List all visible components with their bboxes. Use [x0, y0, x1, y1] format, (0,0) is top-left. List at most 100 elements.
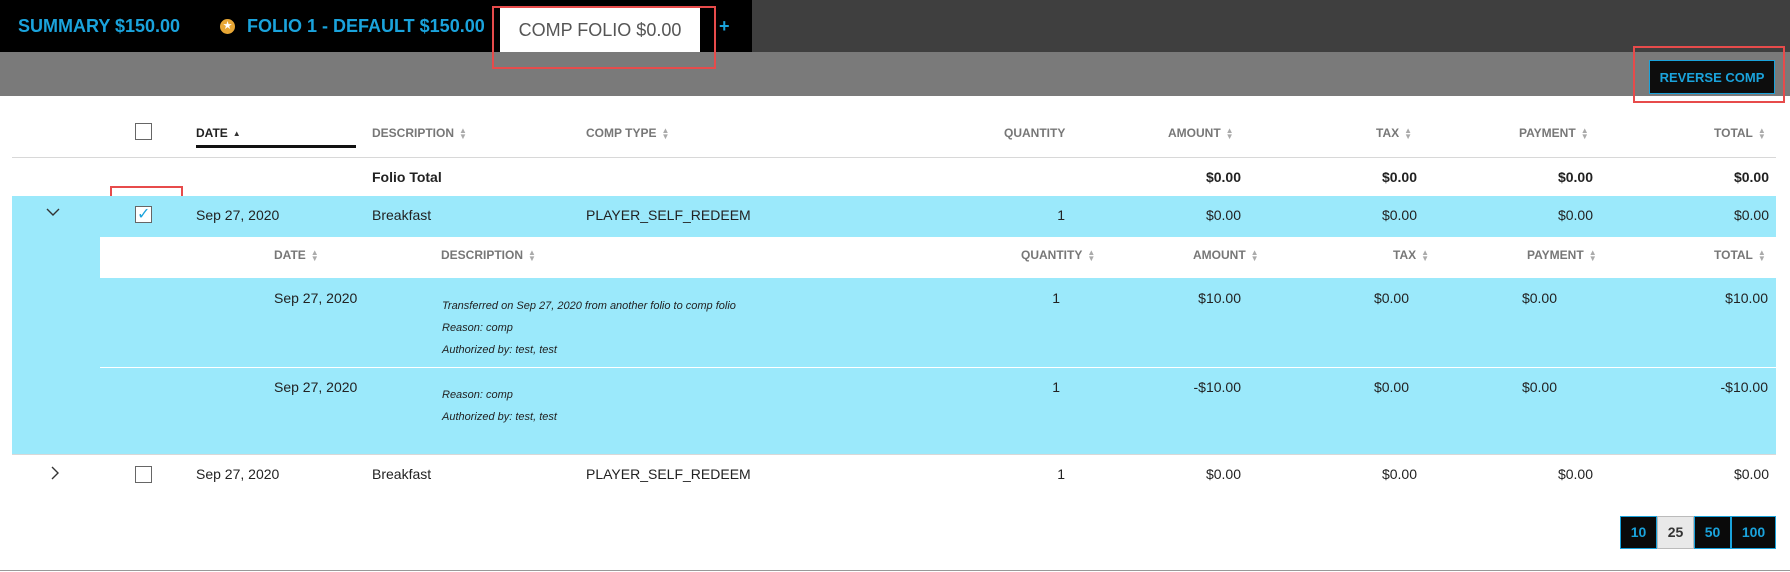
column-header-date-label: DATE	[196, 126, 228, 140]
folio-total-total: $0.00	[1733, 169, 1769, 185]
row-comp-type: PLAYER_SELF_REDEEM	[586, 207, 751, 223]
column-header-amount-label: AMOUNT	[1168, 126, 1221, 140]
row-amount: $0.00	[1205, 466, 1241, 482]
header-divider	[12, 157, 1776, 158]
column-header-date[interactable]: DATE ▲	[196, 126, 241, 140]
sort-icon: ▲ ▼	[1087, 247, 1096, 263]
column-header-total[interactable]: TOTAL ▲ ▼	[1714, 126, 1766, 140]
detail-header-description[interactable]: DESCRIPTION ▲ ▼	[441, 248, 536, 262]
detail-header-description-label: DESCRIPTION	[441, 248, 524, 262]
row-quantity: 1	[1057, 207, 1065, 223]
detail-row-tax: $0.00	[1373, 379, 1409, 395]
column-header-description[interactable]: DESCRIPTION ▲ ▼	[372, 126, 467, 140]
detail-header-date[interactable]: DATE ▲ ▼	[274, 248, 319, 262]
row-comp-type: PLAYER_SELF_REDEEM	[586, 466, 751, 482]
active-sort-underline	[196, 145, 356, 148]
row-payment: $0.00	[1557, 207, 1593, 223]
sort-asc-icon: ▲	[232, 128, 241, 138]
detail-header-quantity-label: QUANTITY	[1021, 248, 1083, 262]
column-header-payment[interactable]: PAYMENT ▲ ▼	[1519, 126, 1589, 140]
folio-total-amount: $0.00	[1205, 169, 1241, 185]
folio-tabs: SUMMARY $150.00 ★ FOLIO 1 - DEFAULT $150…	[0, 0, 752, 52]
table-row-selected	[12, 196, 1776, 454]
row-checkbox[interactable]	[135, 204, 152, 224]
row-payment: $0.00	[1557, 466, 1593, 482]
sort-icon: ▲ ▼	[459, 125, 467, 141]
column-header-quantity: QUANTITY	[1004, 126, 1066, 140]
chevron-down-icon[interactable]	[46, 204, 60, 222]
detail-header-payment-label: PAYMENT	[1527, 248, 1584, 262]
tab-folio-1-label: FOLIO 1 - DEFAULT $150.00	[247, 16, 485, 36]
star-icon: ★	[220, 18, 235, 34]
detail-row-total: $10.00	[1725, 290, 1768, 306]
column-header-tax-label: TAX	[1376, 126, 1400, 140]
folio-total-label: Folio Total	[372, 169, 442, 185]
detail-header-tax[interactable]: TAX ▲ ▼	[1393, 248, 1429, 262]
row-quantity: 1	[1057, 466, 1065, 482]
row-description: Breakfast	[372, 466, 432, 482]
detail-row-date: Sep 27, 2020	[274, 290, 358, 306]
detail-row-total: -$10.00	[1720, 379, 1768, 395]
row-tax: $0.00	[1381, 207, 1417, 223]
detail-row-authorized: Authorized by: test, test	[442, 411, 557, 423]
column-header-comp-type[interactable]: COMP TYPE ▲ ▼	[586, 126, 669, 140]
sort-icon: ▲ ▼	[1588, 247, 1597, 263]
folio-total-payment: $0.00	[1557, 169, 1593, 185]
column-header-comp-type-label: COMP TYPE	[586, 126, 657, 140]
sort-icon: ▲ ▼	[528, 247, 536, 263]
chevron-right-icon[interactable]	[50, 466, 60, 485]
row-amount: $0.00	[1205, 207, 1241, 223]
detail-row-payment: $0.00	[1521, 379, 1557, 395]
detail-row-divider	[100, 367, 1776, 368]
detail-row-authorized: Authorized by: test, test	[442, 344, 557, 356]
row-divider	[12, 454, 1776, 455]
sort-icon: ▲ ▼	[1225, 125, 1234, 141]
tab-folio-1[interactable]: ★ FOLIO 1 - DEFAULT $150.00	[220, 0, 485, 52]
sort-icon: ▲ ▼	[310, 247, 319, 263]
detail-row-quantity: 1	[1052, 290, 1060, 306]
sort-icon: ▲ ▼	[1757, 247, 1766, 263]
row-total: $0.00	[1733, 466, 1769, 482]
sort-icon: ▲ ▼	[1250, 247, 1259, 263]
column-header-amount[interactable]: AMOUNT ▲ ▼	[1168, 126, 1234, 140]
column-header-total-label: TOTAL	[1714, 126, 1753, 140]
tab-comp-folio[interactable]: COMP FOLIO $0.00	[500, 8, 700, 52]
detail-row-reason: Reason: comp	[442, 389, 513, 401]
bottom-divider	[0, 570, 1790, 571]
detail-row-quantity: 1	[1052, 379, 1060, 395]
detail-row-reason: Reason: comp	[442, 322, 513, 334]
detail-header-amount[interactable]: AMOUNT ▲ ▼	[1193, 248, 1259, 262]
detail-row-tax: $0.00	[1373, 290, 1409, 306]
page-size-25[interactable]: 25	[1657, 516, 1694, 549]
detail-header-payment[interactable]: PAYMENT ▲ ▼	[1527, 248, 1597, 262]
detail-header-amount-label: AMOUNT	[1193, 248, 1246, 262]
detail-header-total[interactable]: TOTAL ▲ ▼	[1714, 248, 1766, 262]
sort-icon: ▲ ▼	[1421, 247, 1430, 263]
row-description: Breakfast	[372, 207, 432, 223]
row-checkbox[interactable]	[135, 466, 152, 483]
detail-row-date: Sep 27, 2020	[274, 379, 358, 395]
detail-header-tax-label: TAX	[1393, 248, 1417, 262]
row-date: Sep 27, 2020	[196, 207, 280, 223]
sort-icon: ▲ ▼	[1404, 125, 1413, 141]
row-date: Sep 27, 2020	[196, 466, 280, 482]
detail-header-date-label: DATE	[274, 248, 306, 262]
page-size-100[interactable]: 100	[1731, 516, 1776, 549]
column-header-payment-label: PAYMENT	[1519, 126, 1576, 140]
detail-row-amount: $10.00	[1198, 290, 1241, 306]
action-bar	[0, 52, 1790, 96]
page-size-50[interactable]: 50	[1694, 516, 1731, 549]
detail-row-payment: $0.00	[1521, 290, 1557, 306]
select-all-checkbox[interactable]	[135, 123, 152, 140]
detail-header-bar	[100, 237, 1776, 278]
column-header-tax[interactable]: TAX ▲ ▼	[1376, 126, 1412, 140]
detail-row-amount: -$10.00	[1193, 379, 1241, 395]
tab-summary[interactable]: SUMMARY $150.00	[18, 0, 180, 52]
sort-icon: ▲ ▼	[1757, 125, 1766, 141]
folio-total-tax: $0.00	[1381, 169, 1417, 185]
add-folio-button[interactable]: +	[719, 0, 730, 52]
reverse-comp-button[interactable]: REVERSE COMP	[1649, 60, 1775, 94]
page-size-10[interactable]: 10	[1620, 516, 1657, 549]
detail-header-quantity[interactable]: QUANTITY ▲ ▼	[1021, 248, 1095, 262]
column-header-description-label: DESCRIPTION	[372, 126, 455, 140]
